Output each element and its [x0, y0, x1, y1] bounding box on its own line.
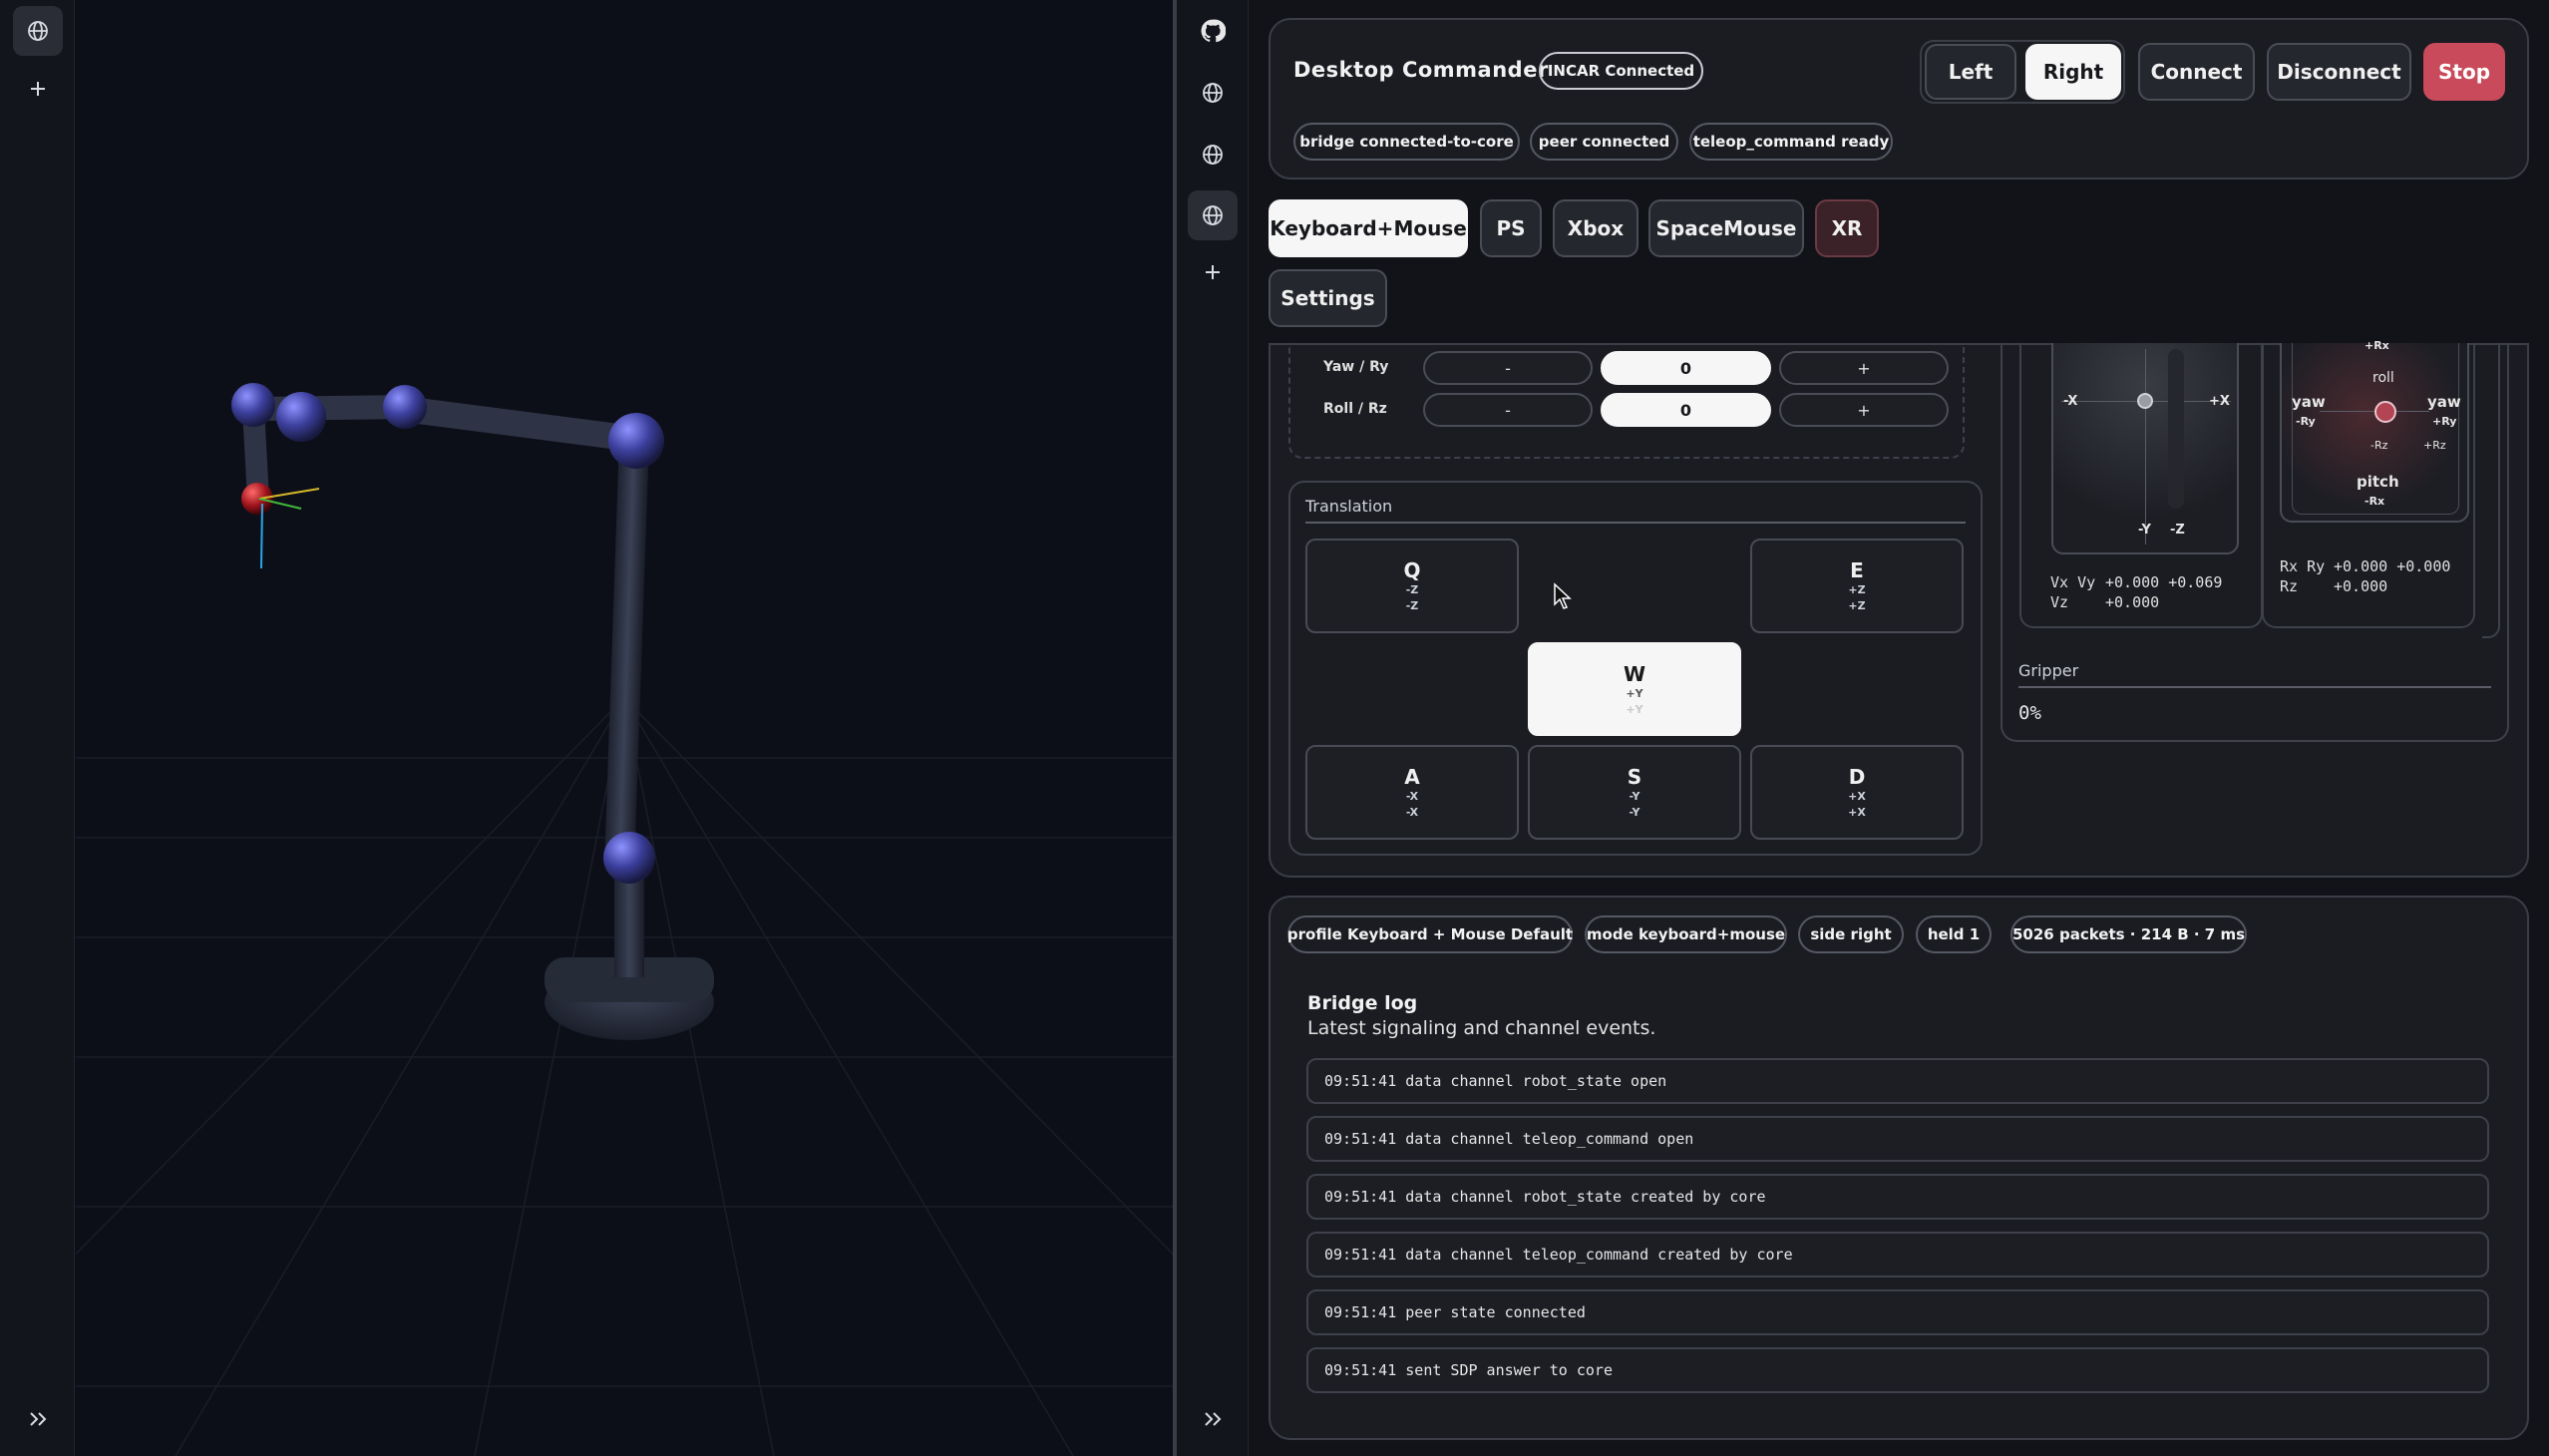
yaw-value: 0 — [1601, 351, 1771, 385]
plus-icon — [1206, 265, 1220, 279]
key-s[interactable]: S -Y -Y — [1528, 745, 1741, 840]
right-stick-pitch: pitch — [2357, 473, 2399, 491]
translation-divider — [1305, 522, 1966, 524]
log-entry: 09:51:41 sent SDP answer to core — [1306, 1347, 2489, 1393]
left-stick-v-label2: Vz — [2050, 593, 2069, 611]
plus-icon — [31, 82, 45, 96]
globe-tab-3[interactable] — [1188, 190, 1238, 240]
expand-icon — [30, 1412, 47, 1426]
add-tab-button[interactable] — [1188, 247, 1238, 297]
log-entry: 09:51:41 peer state connected — [1306, 1289, 2489, 1335]
right-stick-top-label: +Rx — [2365, 339, 2389, 349]
github-icon — [1201, 19, 1226, 43]
globe-tab-2[interactable] — [1188, 130, 1238, 180]
left-stick-v-vals2: +0.000 — [2105, 593, 2160, 611]
gripper-value: 0% — [2018, 702, 2041, 724]
add-workspace-button[interactable] — [13, 64, 63, 114]
right-stick-pitch-sub: -Rx — [2365, 495, 2385, 508]
tab-keyboard-mouse[interactable]: Keyboard+Mouse — [1269, 199, 1468, 257]
tab-xbox[interactable]: Xbox — [1553, 199, 1639, 257]
side-left-button[interactable]: Left — [1925, 44, 2016, 100]
left-stick-neg-z: -Z — [2170, 523, 2185, 538]
app-title: Desktop Commander — [1293, 58, 1549, 82]
side-right-button[interactable]: Right — [2025, 44, 2121, 100]
right-stick-r-label2: Rz — [2280, 577, 2299, 595]
expand-panel-button[interactable] — [1188, 1394, 1238, 1444]
key-q[interactable]: Q -Z -Z — [1305, 539, 1519, 633]
left-stick-v-label1: Vx Vy — [2050, 573, 2096, 591]
connection-badge: INCAR Connected — [1539, 52, 1703, 90]
key-d[interactable]: D +X +X — [1750, 745, 1964, 840]
status-chip-peer: peer connected — [1530, 123, 1678, 161]
yaw-minus-button[interactable]: - — [1423, 351, 1593, 385]
log-entry: 09:51:41 data channel robot_state open — [1306, 1058, 2489, 1104]
gripper-title: Gripper — [2018, 661, 2079, 680]
right-stick-yaw-right: yaw — [2427, 393, 2461, 411]
right-stick-roll-label: roll — [2372, 370, 2394, 386]
globe-icon — [1203, 145, 1223, 165]
workspace-globe-button[interactable] — [13, 6, 63, 56]
status-packets: 5026 packets · 214 B · 7 ms — [2010, 915, 2247, 953]
tab-ps[interactable]: PS — [1480, 199, 1542, 257]
github-button[interactable] — [1188, 6, 1238, 56]
right-stick-yaw-left: yaw — [2292, 393, 2326, 411]
rotation-label-yaw: Yaw / Ry — [1323, 359, 1389, 375]
status-side: side right — [1798, 915, 1904, 953]
key-w[interactable]: W +Y +Y — [1528, 642, 1741, 736]
connect-button[interactable]: Connect — [2138, 43, 2255, 101]
expand-sidebar-button[interactable] — [13, 1394, 63, 1444]
disconnect-button[interactable]: Disconnect — [2267, 43, 2411, 101]
left-stick-neg-x: -X — [2063, 394, 2078, 409]
right-stick-rz-neg: -Rz — [2370, 439, 2388, 452]
log-entry: 09:51:41 data channel teleop_command cre… — [1306, 1232, 2489, 1277]
left-stick-axis-v — [2145, 349, 2146, 545]
cursor-icon — [1554, 582, 1572, 609]
globe-icon — [28, 21, 48, 41]
tab-spacemouse[interactable]: SpaceMouse — [1648, 199, 1804, 257]
yaw-plus-button[interactable]: + — [1779, 351, 1949, 385]
left-stick-knob[interactable] — [2137, 393, 2153, 409]
gripper-divider — [2018, 686, 2491, 688]
roll-value: 0 — [1601, 393, 1771, 427]
bridge-log-subtitle: Latest signaling and channel events. — [1307, 1017, 1656, 1039]
status-chip-bridge: bridge connected-to-core — [1293, 123, 1520, 161]
right-stick-r-vals2: +0.000 — [2334, 577, 2388, 595]
right-stick-knob[interactable] — [2374, 401, 2396, 423]
stop-button[interactable]: Stop — [2423, 43, 2505, 101]
left-stick-z-track — [2168, 349, 2184, 509]
robot-arm — [231, 383, 714, 1040]
globe-icon — [1203, 83, 1223, 103]
left-stick-v-vals1: +0.000 +0.069 — [2105, 573, 2223, 591]
expand-icon — [1205, 1412, 1222, 1426]
roll-minus-button[interactable]: - — [1423, 393, 1593, 427]
globe-icon — [1203, 205, 1223, 225]
log-entry: 09:51:41 data channel teleop_command ope… — [1306, 1116, 2489, 1162]
key-e[interactable]: E +Z +Z — [1750, 539, 1964, 633]
left-rail — [0, 0, 75, 1456]
tab-xr[interactable]: XR — [1815, 199, 1879, 257]
secondary-rail — [1177, 0, 1249, 1456]
robot-3d-viewport[interactable] — [76, 0, 1173, 1456]
right-stick-rz-pos: +Rz — [2423, 439, 2446, 452]
bridge-log-title: Bridge log — [1307, 992, 1418, 1014]
right-stick-r-vals1: +0.000 +0.000 — [2334, 557, 2451, 575]
right-stick-yaw-left-sub: -Ry — [2296, 415, 2316, 428]
tab-settings[interactable]: Settings — [1269, 269, 1387, 327]
translation-title: Translation — [1305, 497, 1393, 516]
roll-plus-button[interactable]: + — [1779, 393, 1949, 427]
status-mode: mode keyboard+mouse — [1585, 915, 1787, 953]
status-chip-teleop: teleop_command ready — [1689, 123, 1893, 161]
globe-tab-1[interactable] — [1188, 68, 1238, 118]
status-held: held 1 — [1916, 915, 1992, 953]
rotation-label-roll: Roll / Rz — [1323, 401, 1387, 417]
left-stick-neg-y: -Y — [2138, 523, 2151, 538]
key-a[interactable]: A -X -X — [1305, 745, 1519, 840]
left-stick-pos-x: +X — [2209, 394, 2230, 409]
right-stick-r-label1: Rx Ry — [2280, 557, 2326, 575]
right-stick-yaw-right-sub: +Ry — [2432, 415, 2457, 428]
status-profile: profile Keyboard + Mouse Default — [1287, 915, 1573, 953]
log-entry: 09:51:41 data channel robot_state create… — [1306, 1174, 2489, 1220]
